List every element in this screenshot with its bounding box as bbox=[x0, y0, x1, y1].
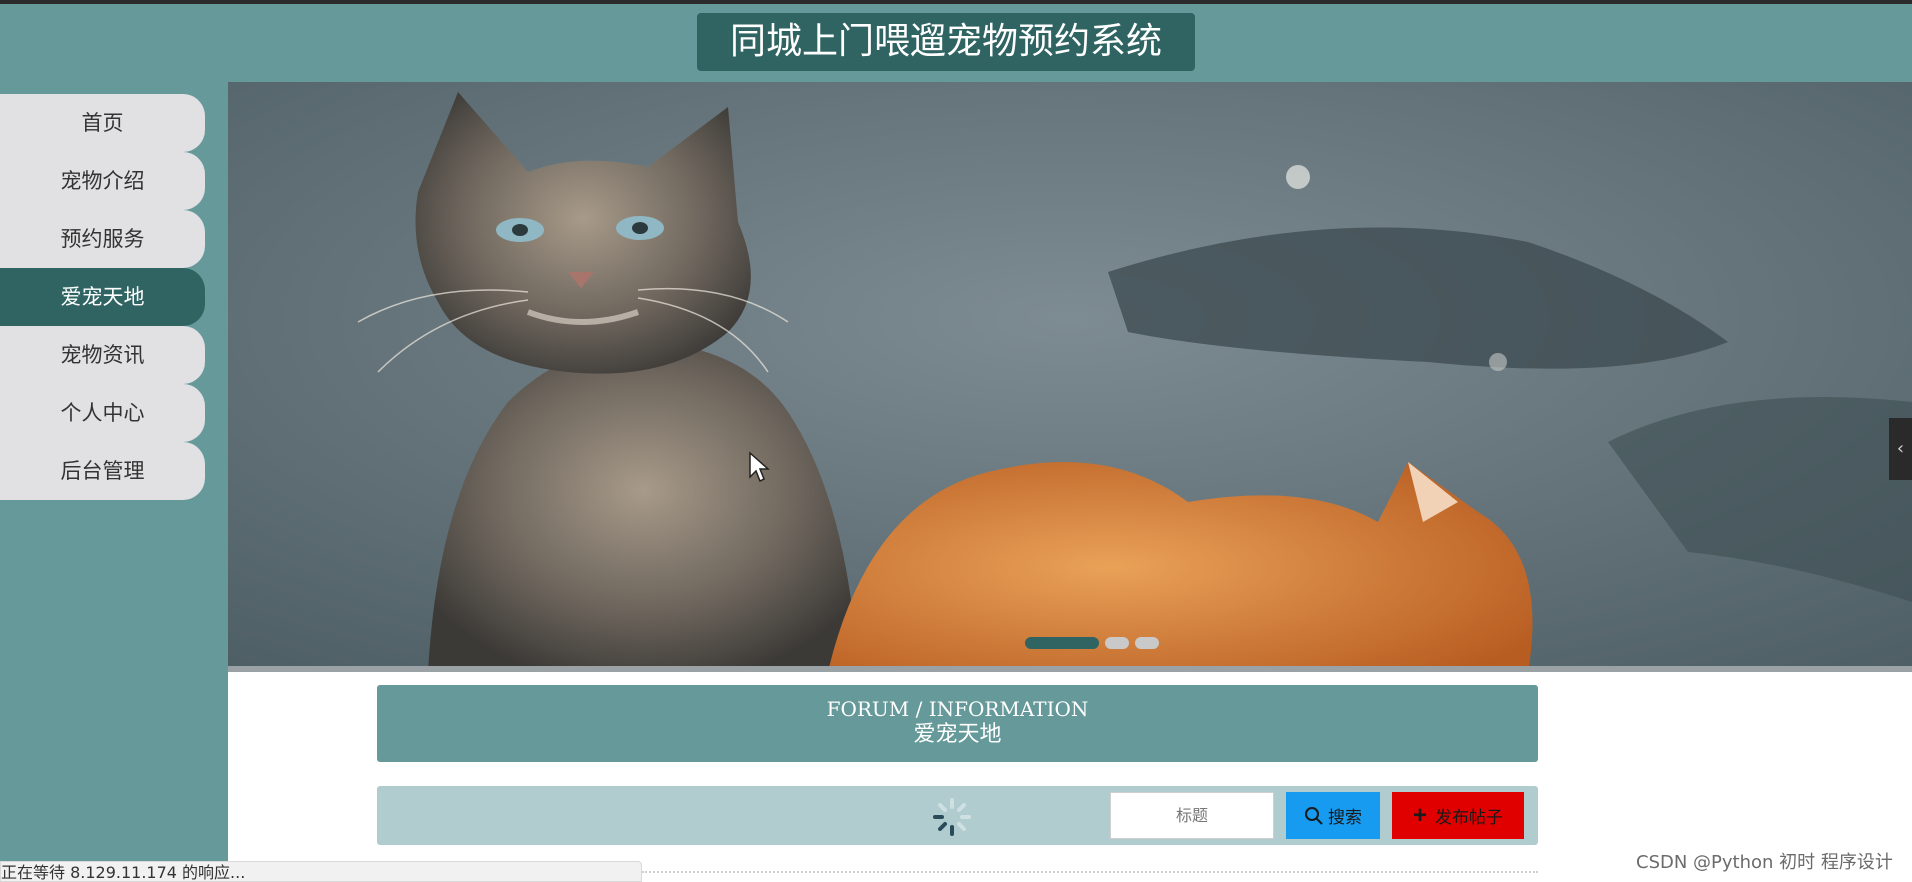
carousel-dot-2[interactable] bbox=[1105, 637, 1129, 649]
browser-status-bar: 正在等待 8.129.11.174 的响应... bbox=[0, 861, 642, 882]
section-title-en: FORUM / INFORMATION bbox=[826, 697, 1089, 721]
kitten-photo bbox=[228, 82, 1912, 672]
list-divider bbox=[642, 871, 1538, 873]
sidebar-item-pet-forum[interactable]: 爱宠天地 bbox=[0, 268, 205, 326]
site-header: 同城上门喂遛宠物预约系统 bbox=[0, 4, 1912, 82]
search-bar: 搜索 + 发布帖子 bbox=[377, 786, 1538, 845]
sidebar: 首页 宠物介绍 预约服务 爱宠天地 宠物资讯 个人中心 后台管理 bbox=[0, 82, 228, 862]
sidebar-item-admin[interactable]: 后台管理 bbox=[0, 442, 205, 500]
carousel-dot-3[interactable] bbox=[1135, 637, 1159, 649]
sidebar-item-profile[interactable]: 个人中心 bbox=[0, 384, 205, 442]
sidebar-item-home[interactable]: 首页 bbox=[0, 94, 205, 152]
section-header: FORUM / INFORMATION 爱宠天地 bbox=[377, 685, 1538, 762]
site-title: 同城上门喂遛宠物预约系统 bbox=[697, 13, 1195, 71]
mouse-pointer-icon bbox=[749, 451, 770, 483]
search-button[interactable]: 搜索 bbox=[1286, 792, 1380, 839]
plus-icon: + bbox=[1412, 801, 1427, 829]
section-title-cn: 爱宠天地 bbox=[913, 722, 1002, 747]
carousel-dot-1[interactable] bbox=[1025, 637, 1099, 649]
sidebar-item-booking[interactable]: 预约服务 bbox=[0, 210, 205, 268]
search-button-label: 搜索 bbox=[1328, 808, 1362, 827]
carousel-banner[interactable] bbox=[228, 82, 1912, 672]
side-expand-tab[interactable]: ‹ bbox=[1889, 418, 1912, 480]
sidebar-item-pet-intro[interactable]: 宠物介绍 bbox=[0, 152, 205, 210]
sidebar-item-pet-news[interactable]: 宠物资讯 bbox=[0, 326, 205, 384]
publish-post-button[interactable]: + 发布帖子 bbox=[1392, 792, 1524, 839]
search-icon bbox=[1305, 806, 1323, 825]
carousel-indicators bbox=[1025, 634, 1159, 652]
publish-post-label: 发布帖子 bbox=[1435, 808, 1503, 827]
chevron-left-icon: ‹ bbox=[1896, 438, 1905, 459]
loading-spinner-icon bbox=[933, 798, 971, 836]
watermark: CSDN @Python 初时 程序设计 bbox=[1636, 852, 1893, 873]
title-search-input[interactable] bbox=[1110, 792, 1274, 839]
